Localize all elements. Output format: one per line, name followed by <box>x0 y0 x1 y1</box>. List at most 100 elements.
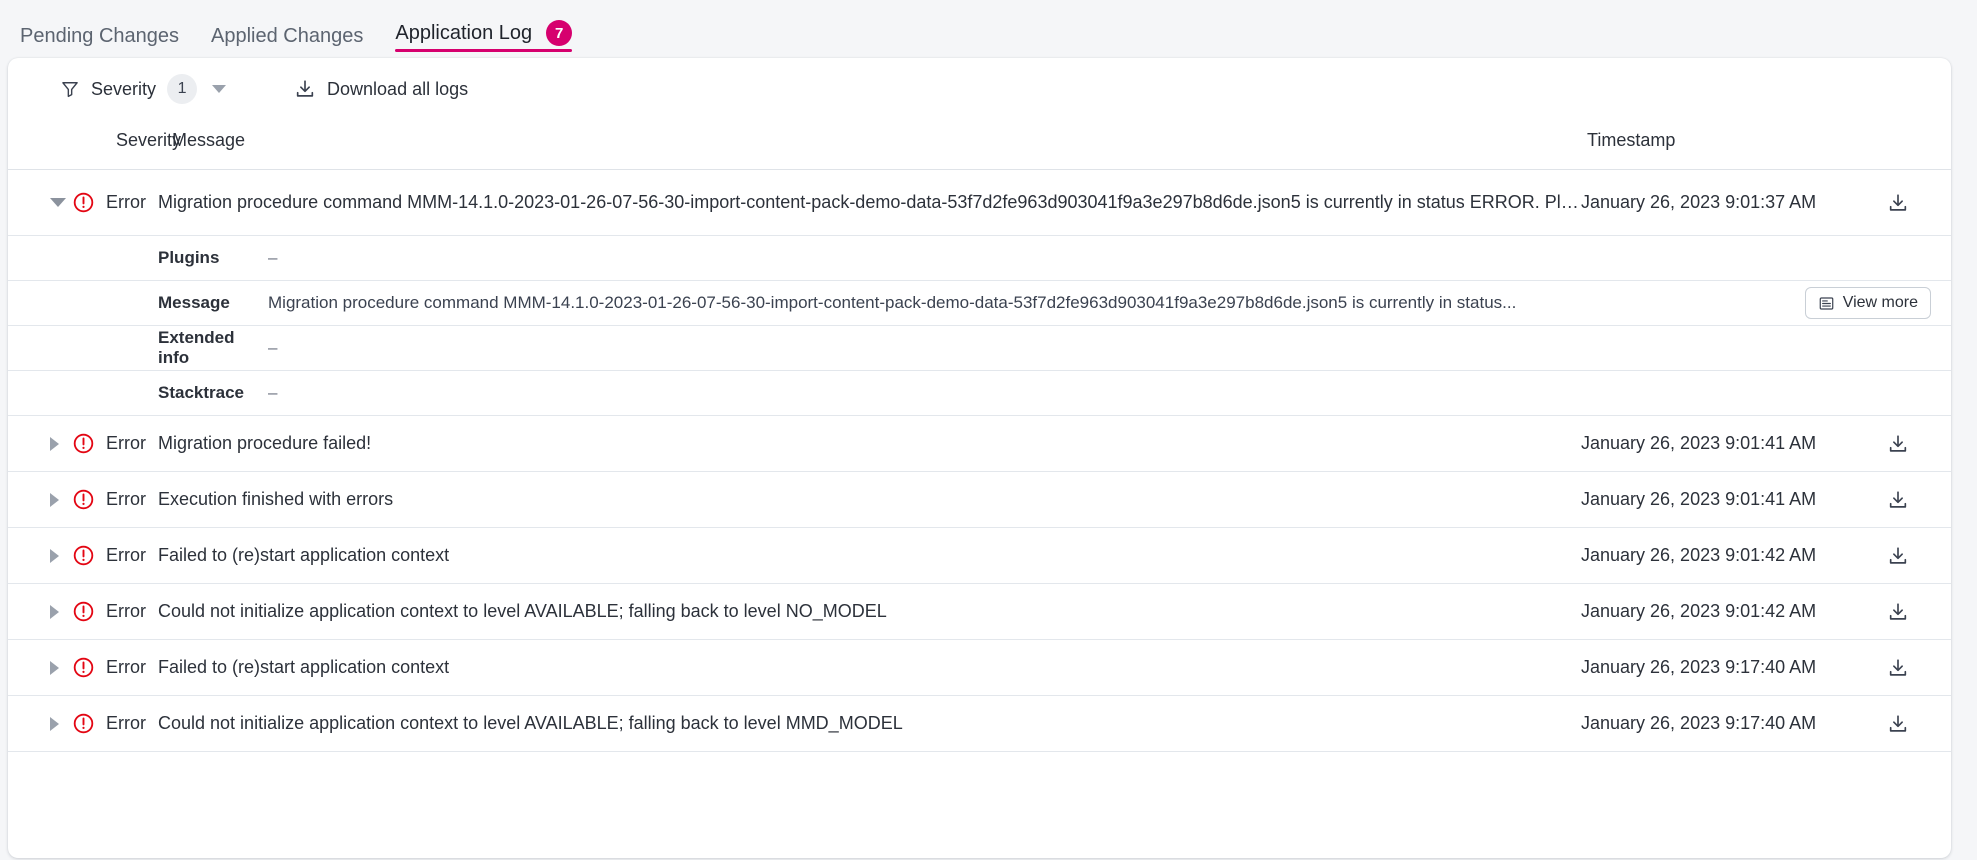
severity-label: Error <box>106 545 146 566</box>
column-header-severity: Severity <box>72 120 158 170</box>
chevron-down-icon[interactable] <box>50 198 66 207</box>
row-download-cell <box>1881 640 1951 696</box>
severity-filter-label: Severity <box>91 80 156 98</box>
tab-applied-changes[interactable]: Applied Changes <box>195 26 379 58</box>
detail-value: – <box>268 248 1931 268</box>
row-expand-cell[interactable] <box>8 640 72 696</box>
timestamp-cell: January 26, 2023 9:01:42 AM <box>1581 584 1881 640</box>
timestamp-cell: January 26, 2023 9:01:37 AM <box>1581 170 1881 236</box>
detail-row: Stacktrace– <box>8 371 1951 416</box>
timestamp-cell: January 26, 2023 9:01:41 AM <box>1581 416 1881 472</box>
error-icon <box>72 656 95 679</box>
message-cell: Could not initialize application context… <box>158 696 1581 752</box>
row-download-cell <box>1881 528 1951 584</box>
chevron-right-icon[interactable] <box>50 437 59 451</box>
table-row[interactable]: Error Could not initialize application co… <box>8 584 1951 640</box>
detail-row-content: Extended info– <box>8 326 1951 370</box>
filter-funnel-icon <box>60 79 80 99</box>
severity-cell: Error <box>72 472 158 528</box>
message-cell: Failed to (re)start application context <box>158 640 1581 696</box>
message-cell: Migration procedure failed! <box>158 416 1581 472</box>
message-cell: Execution finished with errors <box>158 472 1581 528</box>
severity-label: Error <box>106 433 146 454</box>
severity-label: Error <box>106 192 146 213</box>
table-row[interactable]: Error Migration procedure command MMM-14.… <box>8 170 1951 236</box>
tab-pending-changes[interactable]: Pending Changes <box>4 26 195 58</box>
detail-label: Stacktrace <box>158 383 268 403</box>
application-log-card: Severity 1 Download all logs Severity <box>8 58 1951 858</box>
view-more-button[interactable]: View more <box>1805 287 1931 319</box>
severity-cell: Error <box>72 696 158 752</box>
detail-row: Extended info– <box>8 326 1951 371</box>
tab-badge-count: 7 <box>546 20 572 46</box>
row-expand-cell[interactable] <box>8 584 72 640</box>
download-all-logs-label: Download all logs <box>327 80 468 98</box>
detail-value: – <box>268 338 1931 358</box>
chevron-right-icon[interactable] <box>50 717 59 731</box>
row-expand-cell[interactable] <box>8 416 72 472</box>
download-all-logs-button[interactable]: Download all logs <box>282 70 480 108</box>
header-expand-spacer <box>8 120 72 170</box>
row-download-cell <box>1881 416 1951 472</box>
row-download-cell <box>1881 696 1951 752</box>
severity-label: Error <box>106 713 146 734</box>
table-body: Error Migration procedure command MMM-14.… <box>8 170 1951 752</box>
tab-bar: Pending Changes Applied Changes Applicat… <box>0 0 1977 58</box>
message-cell: Migration procedure command MMM-14.1.0-2… <box>158 170 1581 236</box>
download-log-entry-button[interactable] <box>1881 483 1915 517</box>
error-icon <box>72 712 95 735</box>
download-icon <box>1887 545 1909 567</box>
detail-label: Message <box>158 293 268 313</box>
table-row[interactable]: ErrorFailed to (re)start application con… <box>8 640 1951 696</box>
row-expand-cell[interactable] <box>8 528 72 584</box>
row-expand-cell[interactable] <box>8 170 72 236</box>
chevron-right-icon[interactable] <box>50 605 59 619</box>
error-icon <box>72 191 95 214</box>
download-icon <box>294 78 316 100</box>
error-icon <box>72 488 95 511</box>
download-log-entry-button[interactable] <box>1881 595 1915 629</box>
chevron-down-icon <box>212 85 226 93</box>
severity-filter-button[interactable]: Severity 1 <box>48 66 238 112</box>
detail-cell: Extended info– <box>8 326 1951 371</box>
download-log-entry-button[interactable] <box>1881 186 1915 220</box>
download-icon <box>1887 192 1909 214</box>
chevron-right-icon[interactable] <box>50 549 59 563</box>
row-expand-cell[interactable] <box>8 472 72 528</box>
table-row[interactable]: Error Could not initialize application co… <box>8 696 1951 752</box>
row-expand-cell[interactable] <box>8 696 72 752</box>
detail-cell: Plugins– <box>8 236 1951 281</box>
chevron-right-icon[interactable] <box>50 493 59 507</box>
timestamp-cell: January 26, 2023 9:01:42 AM <box>1581 528 1881 584</box>
message-cell: Failed to (re)start application context <box>158 528 1581 584</box>
table-row[interactable]: Error Failed to (re)start application con… <box>8 528 1951 584</box>
severity-cell: Error <box>72 528 158 584</box>
tab-application-log[interactable]: Application Log 7 <box>379 20 588 58</box>
document-lines-icon <box>1818 295 1835 312</box>
detail-value: – <box>268 383 1931 403</box>
tab-label: Pending Changes <box>20 26 179 46</box>
table-row[interactable]: ErrorExecution finished with errorsJanua… <box>8 472 1951 528</box>
download-log-entry-button[interactable] <box>1881 427 1915 461</box>
detail-label: Extended info <box>158 328 268 368</box>
download-log-entry-button[interactable] <box>1881 707 1915 741</box>
severity-cell: Error <box>72 640 158 696</box>
download-log-entry-button[interactable] <box>1881 539 1915 573</box>
table-row[interactable]: Error Migration procedure failed!January … <box>8 416 1951 472</box>
tab-label: Applied Changes <box>211 26 363 46</box>
severity-label: Error <box>106 601 146 622</box>
column-header-message: Message <box>158 120 1581 170</box>
download-icon <box>1887 601 1909 623</box>
chevron-right-icon[interactable] <box>50 661 59 675</box>
detail-row: MessageMigration procedure command MMM-1… <box>8 281 1951 326</box>
error-icon <box>72 544 95 567</box>
detail-row-content: Plugins– <box>8 236 1951 280</box>
detail-cell: MessageMigration procedure command MMM-1… <box>8 281 1951 326</box>
severity-filter-count: 1 <box>167 74 197 104</box>
message-cell: Could not initialize application context… <box>158 584 1581 640</box>
application-log-table: Severity Message Timestamp ErrorMigratio… <box>8 120 1951 752</box>
severity-cell: Error <box>72 584 158 640</box>
download-log-entry-button[interactable] <box>1881 651 1915 685</box>
column-header-timestamp: Timestamp <box>1581 120 1881 170</box>
header-download-spacer <box>1881 120 1951 170</box>
